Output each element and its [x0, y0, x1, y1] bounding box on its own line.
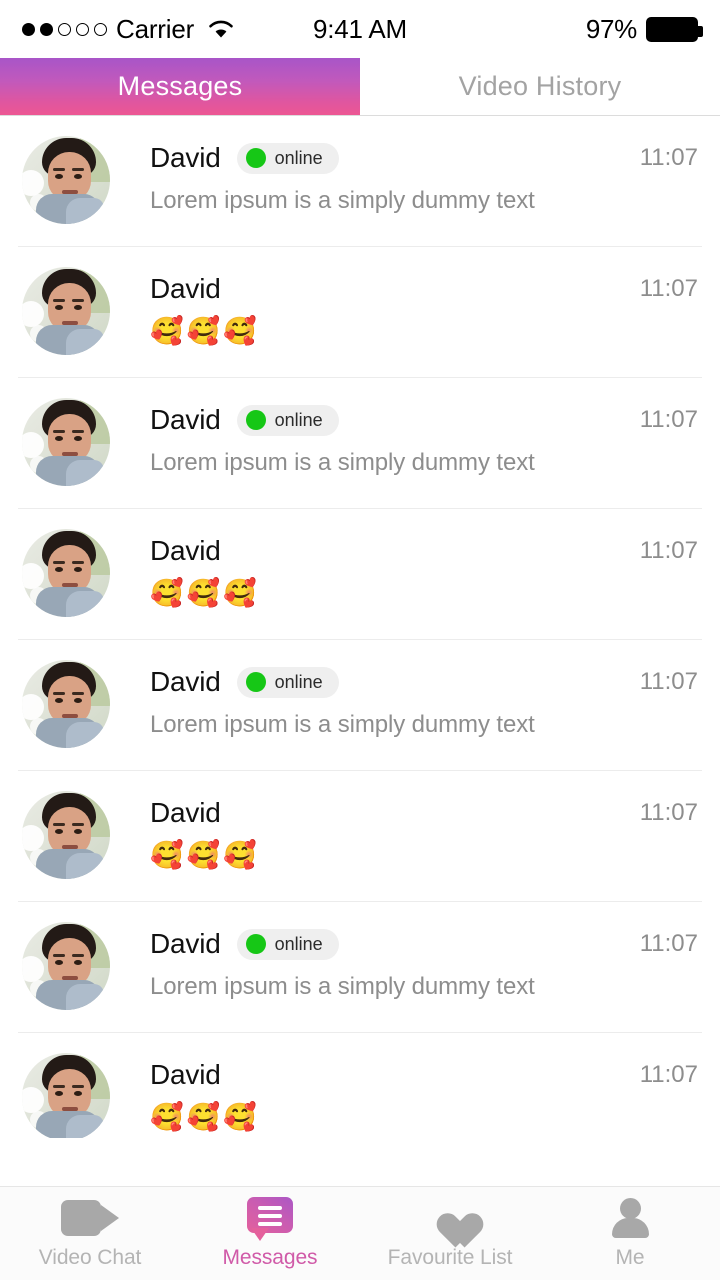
- bottom-nav-item-me[interactable]: Me: [540, 1197, 720, 1270]
- message-row[interactable]: David online Lorem ipsum is a simply dummy…: [0, 640, 720, 771]
- status-badge: online: [236, 142, 339, 174]
- status-bar: Carrier 9:41 AM 97%: [0, 0, 720, 58]
- message-preview: Lorem ipsum is a simply dummy text: [150, 973, 535, 1000]
- person-icon: [610, 1197, 650, 1239]
- status-badge: online: [236, 404, 339, 436]
- message-content: David online Lorem ipsum is a simply dummy…: [110, 134, 640, 215]
- status-badge: online: [236, 666, 339, 698]
- avatar[interactable]: [22, 136, 110, 224]
- online-dot-icon: [245, 934, 266, 954]
- message-content: David online Lorem ipsum is a simply dummy…: [110, 396, 640, 477]
- contact-name: David: [150, 1059, 221, 1090]
- battery-full-icon: [646, 16, 703, 42]
- message-emojis: 🥰🥰🥰: [150, 840, 260, 871]
- message-row[interactable]: David online Lorem ipsum is a simply dummy…: [0, 902, 720, 1033]
- message-timestamp: 11:07: [639, 144, 698, 171]
- bottom-nav-label-favourite-list: Favourite List: [387, 1246, 513, 1269]
- tab-messages[interactable]: Messages: [0, 58, 360, 115]
- contact-name: David: [150, 797, 221, 828]
- avatar[interactable]: [22, 529, 110, 617]
- heart-icon: [429, 1197, 471, 1239]
- message-row[interactable]: David online Lorem ipsum is a simply dummy…: [0, 378, 720, 509]
- message-row[interactable]: David 🥰🥰🥰 11:07: [0, 771, 720, 902]
- message-content: David online Lorem ipsum is a simply dummy…: [110, 658, 640, 739]
- contact-name: David: [150, 928, 221, 959]
- tab-video-history[interactable]: Video History: [360, 58, 720, 115]
- message-emojis: 🥰🥰🥰: [150, 578, 260, 609]
- message-header: David: [150, 795, 640, 831]
- contact-name: David: [150, 273, 221, 304]
- message-header: David online: [150, 140, 640, 176]
- message-content: David 🥰🥰🥰: [110, 527, 640, 609]
- message-preview: Lorem ipsum is a simply dummy text: [150, 187, 535, 214]
- message-header: David online: [150, 926, 640, 962]
- bottom-nav-item-messages[interactable]: Messages: [180, 1197, 360, 1270]
- contact-name: David: [150, 142, 221, 173]
- message-row[interactable]: David online Lorem ipsum is a simply dummy…: [0, 116, 720, 247]
- message-preview: Lorem ipsum is a simply dummy text: [150, 711, 535, 738]
- message-header: David online: [150, 402, 640, 438]
- message-timestamp: 11:07: [639, 1061, 698, 1088]
- contact-name: David: [150, 535, 221, 566]
- bottom-nav-item-favourite-list[interactable]: Favourite List: [360, 1197, 540, 1270]
- message-timestamp: 11:07: [639, 930, 698, 957]
- message-content: David 🥰🥰🥰: [110, 1051, 640, 1133]
- message-emojis: 🥰🥰🥰: [150, 1102, 260, 1133]
- avatar[interactable]: [22, 267, 110, 355]
- message-timestamp: 11:07: [639, 406, 698, 433]
- message-timestamp: 11:07: [639, 537, 698, 564]
- message-content: David 🥰🥰🥰: [110, 789, 640, 871]
- message-content: David 🥰🥰🥰: [110, 265, 640, 347]
- tab-video-history-label: Video History: [458, 71, 622, 101]
- message-timestamp: 11:07: [639, 799, 698, 826]
- message-list[interactable]: David online Lorem ipsum is a simply dummy…: [0, 116, 720, 1138]
- contact-name: David: [150, 404, 221, 435]
- message-row[interactable]: David 🥰🥰🥰 11:07: [0, 509, 720, 640]
- bottom-nav-item-video-chat[interactable]: Video Chat: [0, 1197, 180, 1270]
- bottom-nav-label-me: Me: [615, 1246, 645, 1269]
- status-badge-label: online: [274, 409, 323, 430]
- message-timestamp: 11:07: [639, 668, 698, 695]
- message-emojis: 🥰🥰🥰: [150, 316, 260, 347]
- avatar[interactable]: [22, 791, 110, 879]
- tab-messages-label: Messages: [117, 71, 243, 101]
- message-header: David: [150, 533, 640, 569]
- avatar[interactable]: [22, 398, 110, 486]
- message-preview: Lorem ipsum is a simply dummy text: [150, 449, 535, 476]
- battery-percent-label: 97%: [585, 13, 637, 44]
- contact-name: David: [150, 666, 221, 697]
- video-camera-icon: [61, 1197, 119, 1239]
- status-bar-right: 97%: [585, 13, 703, 45]
- message-row[interactable]: David 🥰🥰🥰 11:07: [0, 1033, 720, 1138]
- online-dot-icon: [245, 148, 266, 168]
- message-bubble-icon: [247, 1197, 293, 1241]
- message-header: David: [150, 271, 640, 307]
- bottom-nav-label-video-chat: Video Chat: [38, 1246, 142, 1269]
- online-dot-icon: [245, 672, 266, 692]
- message-content: David online Lorem ipsum is a simply dummy…: [110, 920, 640, 1001]
- online-dot-icon: [245, 410, 266, 430]
- message-timestamp: 11:07: [639, 275, 698, 302]
- status-badge: online: [236, 928, 339, 960]
- status-badge-label: online: [274, 147, 323, 168]
- message-header: David online: [150, 664, 640, 700]
- bottom-navigation-bar: Video Chat Messages Favourite List Me: [0, 1186, 720, 1280]
- status-badge-label: online: [274, 671, 323, 692]
- avatar[interactable]: [22, 660, 110, 748]
- message-row[interactable]: David 🥰🥰🥰 11:07: [0, 247, 720, 378]
- message-header: David: [150, 1057, 640, 1093]
- avatar[interactable]: [22, 1053, 110, 1138]
- app-screen: Carrier 9:41 AM 97% Messages Video Histo…: [0, 0, 720, 1280]
- bottom-nav-label-messages: Messages: [222, 1246, 318, 1269]
- avatar[interactable]: [22, 922, 110, 1010]
- status-badge-label: online: [274, 933, 323, 954]
- top-tab-bar: Messages Video History: [0, 58, 720, 116]
